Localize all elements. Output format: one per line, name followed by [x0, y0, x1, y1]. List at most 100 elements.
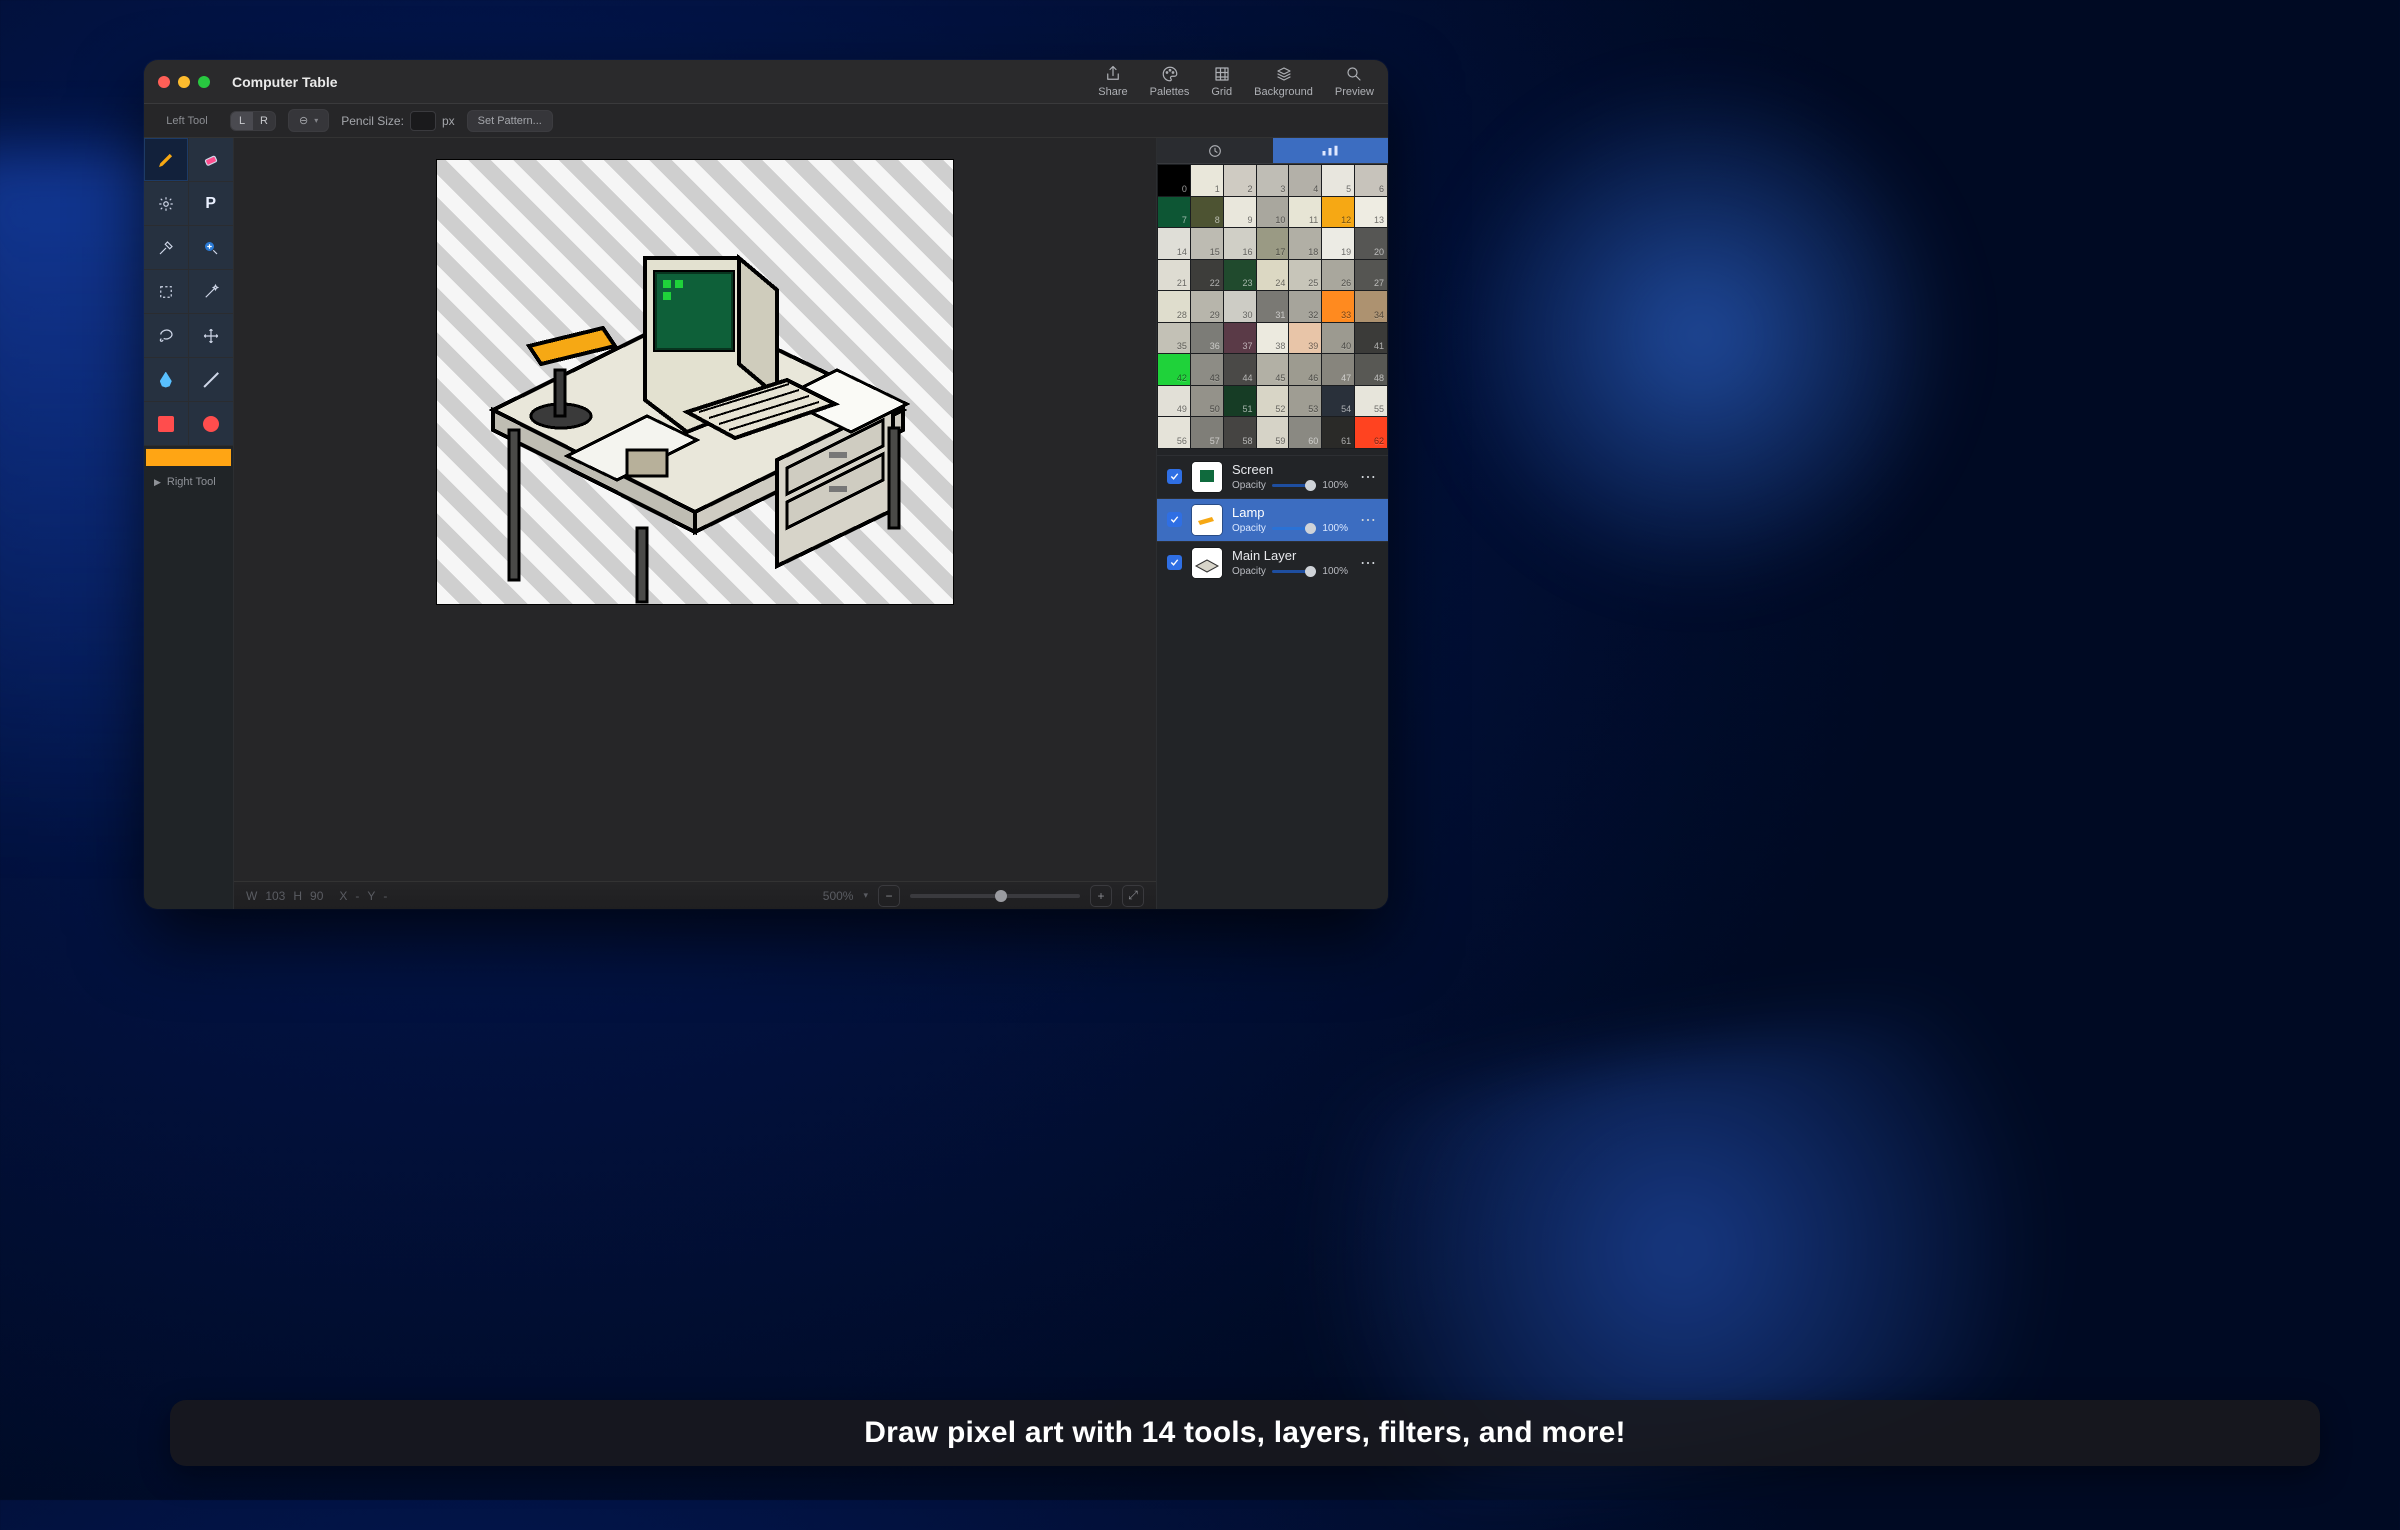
palette-swatch[interactable]: 28: [1158, 291, 1190, 322]
eraser-tool[interactable]: [189, 138, 234, 182]
palette-swatch[interactable]: 39: [1289, 323, 1321, 354]
more-icon[interactable]: ⋯: [1358, 553, 1378, 573]
palette-swatch[interactable]: 41: [1355, 323, 1387, 354]
palette-swatch[interactable]: 9: [1224, 197, 1256, 228]
palette-swatch[interactable]: 6: [1355, 165, 1387, 196]
palette-swatch[interactable]: 59: [1257, 417, 1289, 448]
palette-swatch[interactable]: 40: [1322, 323, 1354, 354]
palette-swatch[interactable]: 30: [1224, 291, 1256, 322]
close-window-button[interactable]: [158, 76, 170, 88]
palette-swatch[interactable]: 5: [1322, 165, 1354, 196]
preview-button[interactable]: Preview: [1335, 65, 1374, 98]
palette-swatch[interactable]: 55: [1355, 386, 1387, 417]
palette-swatch[interactable]: 37: [1224, 323, 1256, 354]
right-tool-toggle[interactable]: ▶ Right Tool: [144, 468, 233, 496]
palette-swatch[interactable]: 31: [1257, 291, 1289, 322]
palette-swatch[interactable]: 49: [1158, 386, 1190, 417]
palette-swatch[interactable]: 15: [1191, 228, 1223, 259]
palette-swatch[interactable]: 26: [1322, 260, 1354, 291]
layer-visibility-checkbox[interactable]: [1167, 469, 1182, 484]
palette-swatch[interactable]: 23: [1224, 260, 1256, 291]
palette-swatch[interactable]: 16: [1224, 228, 1256, 259]
palette-swatch[interactable]: 35: [1158, 323, 1190, 354]
palette-swatch[interactable]: 2: [1224, 165, 1256, 196]
palette-swatch[interactable]: 21: [1158, 260, 1190, 291]
move-tool[interactable]: [189, 314, 234, 358]
palette-swatch[interactable]: 19: [1322, 228, 1354, 259]
palette-swatch[interactable]: 61: [1322, 417, 1354, 448]
palette-swatch[interactable]: 10: [1257, 197, 1289, 228]
lr-right[interactable]: R: [253, 112, 275, 130]
blend-mode-menu[interactable]: ⊖ ▾: [288, 109, 329, 132]
palette-swatch[interactable]: 0: [1158, 165, 1190, 196]
grid-button[interactable]: Grid: [1211, 65, 1232, 98]
palette-swatch[interactable]: 60: [1289, 417, 1321, 448]
palette-swatch[interactable]: 47: [1322, 354, 1354, 385]
layer-row[interactable]: ScreenOpacity100%⋯: [1157, 455, 1388, 498]
palette-swatch[interactable]: 52: [1257, 386, 1289, 417]
tab-palette[interactable]: [1273, 138, 1389, 164]
palette-swatch[interactable]: 17: [1257, 228, 1289, 259]
palette-swatch[interactable]: 34: [1355, 291, 1387, 322]
layer-opacity-slider[interactable]: [1272, 570, 1317, 573]
blur-tool[interactable]: [144, 358, 189, 402]
palette-swatch[interactable]: 48: [1355, 354, 1387, 385]
canvas[interactable]: [437, 160, 953, 604]
palettes-button[interactable]: Palettes: [1150, 65, 1190, 98]
zoom-out-button[interactable]: −: [878, 885, 900, 907]
palette-swatch[interactable]: 14: [1158, 228, 1190, 259]
minimize-window-button[interactable]: [178, 76, 190, 88]
zoom-tool[interactable]: [189, 226, 234, 270]
lighten-tool[interactable]: [144, 182, 189, 226]
palette-swatch[interactable]: 32: [1289, 291, 1321, 322]
eyedropper-tool[interactable]: [144, 226, 189, 270]
palette-swatch[interactable]: 33: [1322, 291, 1354, 322]
palette-swatch[interactable]: 25: [1289, 260, 1321, 291]
set-pattern-button[interactable]: Set Pattern...: [467, 110, 553, 132]
zoom-slider[interactable]: [910, 894, 1080, 898]
palette-swatch[interactable]: 58: [1224, 417, 1256, 448]
palette-swatch[interactable]: 57: [1191, 417, 1223, 448]
pencil-tool[interactable]: [144, 138, 189, 182]
magic-wand-tool[interactable]: [189, 270, 234, 314]
palette-swatch[interactable]: 43: [1191, 354, 1223, 385]
maximize-window-button[interactable]: [198, 76, 210, 88]
share-button[interactable]: Share: [1098, 65, 1127, 98]
lr-left[interactable]: L: [231, 112, 253, 130]
palette-swatch[interactable]: 45: [1257, 354, 1289, 385]
background-button[interactable]: Background: [1254, 65, 1313, 98]
palette-swatch[interactable]: 18: [1289, 228, 1321, 259]
palette-swatch[interactable]: 13: [1355, 197, 1387, 228]
palette-swatch[interactable]: 44: [1224, 354, 1256, 385]
palette-swatch[interactable]: 42: [1158, 354, 1190, 385]
layer-row[interactable]: LampOpacity100%⋯: [1157, 498, 1388, 541]
palette-swatch[interactable]: 46: [1289, 354, 1321, 385]
palette-swatch[interactable]: 20: [1355, 228, 1387, 259]
palette-swatch[interactable]: 53: [1289, 386, 1321, 417]
line-tool[interactable]: [189, 358, 234, 402]
palette-swatch[interactable]: 7: [1158, 197, 1190, 228]
zoom-in-button[interactable]: +: [1090, 885, 1112, 907]
more-icon[interactable]: ⋯: [1358, 467, 1378, 487]
rect-shape-tool[interactable]: [144, 402, 189, 446]
palette-swatch[interactable]: 29: [1191, 291, 1223, 322]
layer-row[interactable]: Main LayerOpacity100%⋯: [1157, 541, 1388, 584]
palette-swatch[interactable]: 50: [1191, 386, 1223, 417]
lasso-tool[interactable]: [144, 314, 189, 358]
pattern-tool[interactable]: P: [189, 182, 234, 226]
ellipse-shape-tool[interactable]: [189, 402, 234, 446]
palette-swatch[interactable]: 12: [1322, 197, 1354, 228]
palette-swatch[interactable]: 4: [1289, 165, 1321, 196]
palette-swatch[interactable]: 56: [1158, 417, 1190, 448]
palette-swatch[interactable]: 11: [1289, 197, 1321, 228]
lr-toggle[interactable]: L R: [230, 111, 276, 131]
palette-swatch[interactable]: 54: [1322, 386, 1354, 417]
palette-swatch[interactable]: 8: [1191, 197, 1223, 228]
palette-swatch[interactable]: 36: [1191, 323, 1223, 354]
palette-swatch[interactable]: 62: [1355, 417, 1387, 448]
more-icon[interactable]: ⋯: [1358, 510, 1378, 530]
palette-swatch[interactable]: 22: [1191, 260, 1223, 291]
palette-swatch[interactable]: 27: [1355, 260, 1387, 291]
tab-history[interactable]: [1157, 138, 1273, 164]
rect-select-tool[interactable]: [144, 270, 189, 314]
